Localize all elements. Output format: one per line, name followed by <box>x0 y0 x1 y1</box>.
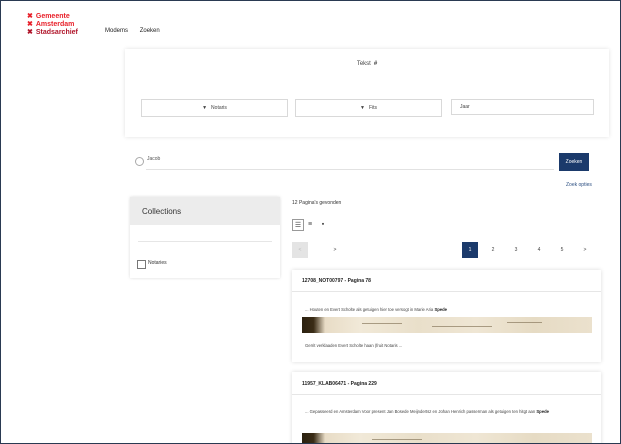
result-title[interactable]: 11957_KLAB06471 - Pagina 229 <box>302 381 377 387</box>
sort-icon[interactable]: ≡ <box>305 219 315 229</box>
handwriting-scan-image <box>302 433 592 443</box>
logo-text: Amsterdam <box>35 21 75 28</box>
filter-fits[interactable]: ▼ Fits <box>295 99 442 117</box>
collections-panel: Collections Notaries <box>130 197 280 278</box>
snippet-highlight: Spede <box>536 409 549 414</box>
search-filter-panel: Tekst # ▼ Notaris ▼ Fits Jaar <box>125 49 609 137</box>
logo-line: ✖ Gemeente <box>27 13 78 21</box>
list-view-icon[interactable]: ☰ <box>292 219 304 231</box>
app-window: ✖ Gemeente ✖ Amsterdam ✖ Stadsarchief Modem… <box>0 0 621 444</box>
search-input[interactable]: Jacob <box>147 156 160 162</box>
result-card[interactable]: 12708_NOT00797 - Pagina 78 ... Houten en… <box>292 270 601 362</box>
pagination-page-5[interactable]: 5 <box>554 242 570 258</box>
result-snippet: ... Houten en Evert Scholte als getuigen… <box>305 306 591 313</box>
grid-view-icon[interactable]: ▪ <box>318 219 328 229</box>
handwriting-scan-image <box>302 317 592 333</box>
radio-icon[interactable] <box>135 157 144 166</box>
logo-line: ✖ Stadsarchief <box>27 29 78 37</box>
notaries-checkbox[interactable] <box>137 260 146 269</box>
pagination-page-3[interactable]: 3 <box>508 242 524 258</box>
filter-label: Jaar <box>460 104 470 110</box>
pagination-prev[interactable]: < <box>292 242 308 258</box>
logo-cross-icon: ✖ <box>27 21 33 28</box>
filter-notaris[interactable]: ▼ Notaris <box>141 99 288 117</box>
nav-item-zoeken[interactable]: Zoeken <box>140 28 160 34</box>
pagination-page-2[interactable]: 2 <box>485 242 501 258</box>
panel-title-text: Tekst <box>356 61 371 67</box>
pagination-page-4[interactable]: 4 <box>531 242 547 258</box>
result-title[interactable]: 12708_NOT00797 - Pagina 78 <box>302 278 371 284</box>
snippet-text: ... Gepasseerd en Amsterdam Voor present… <box>305 409 536 414</box>
filter-jaar[interactable]: Jaar <box>451 99 594 115</box>
collections-title: Collections <box>130 197 280 225</box>
funnel-icon: ▼ <box>202 105 208 111</box>
logo[interactable]: ✖ Gemeente ✖ Amsterdam ✖ Stadsarchief <box>27 13 78 37</box>
top-nav: Modems Zoeken <box>105 28 170 34</box>
logo-text: Stadsarchief <box>35 29 78 36</box>
divider <box>292 394 601 395</box>
notaries-label: Notaries <box>148 260 167 266</box>
result-snippet-2: Gerrit verklaaden Evert Scholte haan (fr… <box>305 343 403 348</box>
divider <box>292 291 601 292</box>
logo-cross-icon: ✖ <box>27 13 33 20</box>
logo-text: Gemeente <box>35 13 70 20</box>
search-button[interactable]: Zoeken <box>559 153 589 171</box>
snippet-highlight: Spede <box>434 307 448 312</box>
pagination-next[interactable]: > <box>577 242 593 258</box>
panel-title: Tekst # <box>125 61 609 67</box>
bullet-icon: # <box>373 61 378 67</box>
filter-label: Notaris <box>211 105 227 111</box>
result-card[interactable]: 11957_KLAB06471 - Pagina 229 ... Gepasse… <box>292 372 601 443</box>
result-count: 12 Pagina's gevonden <box>292 200 342 206</box>
nav-item-modems[interactable]: Modems <box>105 28 128 34</box>
logo-cross-icon: ✖ <box>27 29 33 36</box>
logo-line: ✖ Amsterdam <box>27 21 78 29</box>
divider <box>138 241 272 242</box>
search-options-link[interactable]: Zoek opties <box>566 182 592 188</box>
pagination-prev2[interactable]: > <box>327 242 343 258</box>
search-input-underline <box>146 169 554 170</box>
filter-label: Fits <box>368 105 377 111</box>
pagination-page-1[interactable]: 1 <box>462 242 478 258</box>
funnel-icon: ▼ <box>359 105 365 111</box>
result-snippet: ... Gepasseerd en Amsterdam Voor present… <box>305 408 591 415</box>
snippet-text: ... Houten en Evert Scholte als getuigen… <box>305 307 434 312</box>
